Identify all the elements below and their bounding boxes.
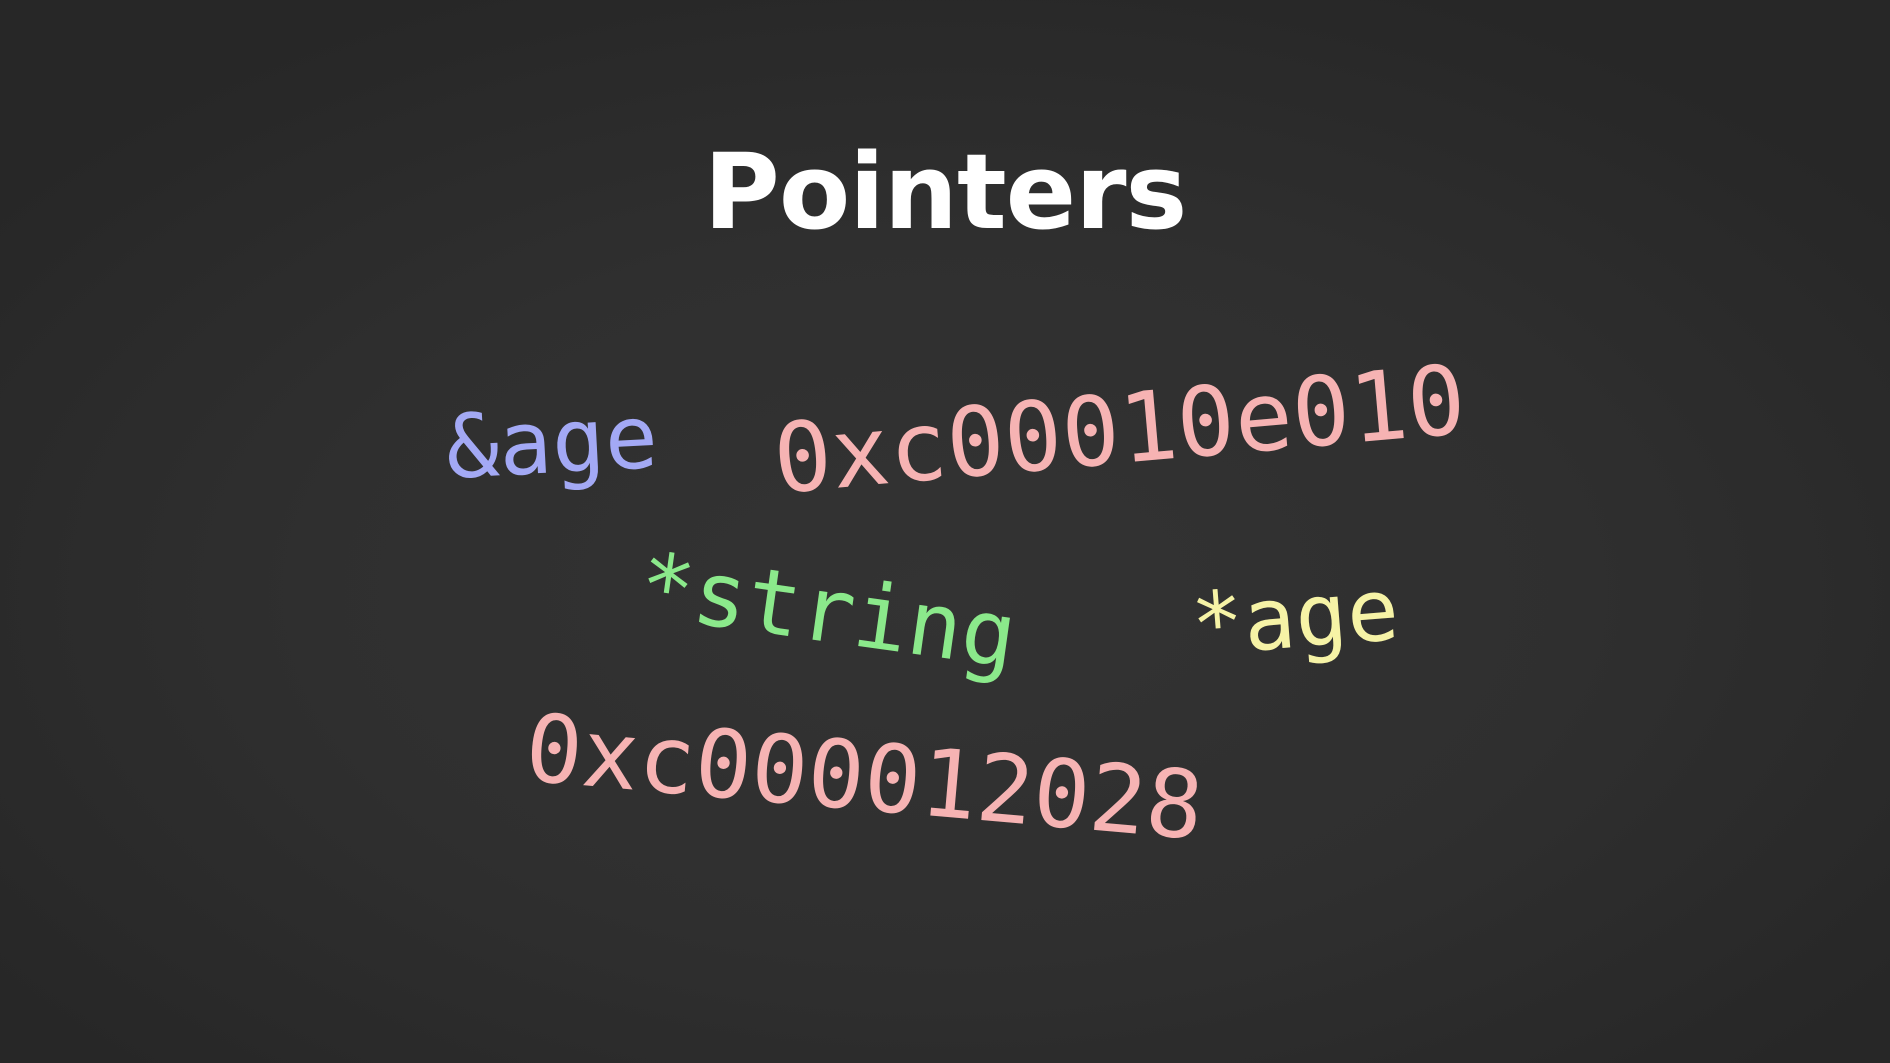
string-pointer-type-text: *string bbox=[632, 532, 1023, 690]
slide-title: Pointers bbox=[703, 131, 1188, 253]
address-of-age-text: &age bbox=[443, 384, 661, 499]
dereference-age-text: *age bbox=[1188, 559, 1403, 676]
memory-address-2-text: 0xc000012028 bbox=[521, 694, 1208, 862]
memory-address-1-text: 0xc00010e010 bbox=[769, 343, 1470, 516]
